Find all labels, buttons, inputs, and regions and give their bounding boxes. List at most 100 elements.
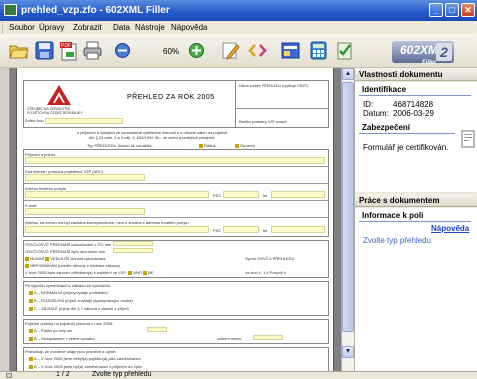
org-name: VŠEOBECNÁ ZDRAVOTNÍ POJIŠŤOVNA ČESKÉ REP… [27, 107, 83, 115]
psc-field[interactable] [223, 191, 259, 198]
code-icon[interactable] [247, 40, 268, 61]
form-icon[interactable] [280, 40, 301, 61]
info-title: Informace k poli [359, 211, 471, 222]
type-opt2-label[interactable]: Opravný [240, 143, 255, 148]
rule-3 [23, 200, 329, 201]
security-title: Zabezpečení [359, 123, 455, 134]
menu-bar: Soubor Úpravy Zobrazit Data Nástroje Náp… [0, 21, 477, 34]
type-opt1-label[interactable]: Řádný [204, 143, 216, 148]
sec2-a-field[interactable] [147, 327, 167, 332]
intro-line2: dle § 24 odst. 2 a 3 zák. č. 592/1992 Sb… [89, 135, 215, 140]
sec1-c-label[interactable]: C – ZÁVISLÉ příjmy dle § 7 zákona o daní… [34, 306, 129, 311]
row5-no[interactable]: NE [148, 270, 154, 275]
sec1-a-label[interactable]: A – NORMÁLNÍ (příjmy/výdaje podnikání) [34, 290, 108, 295]
corr-address-field[interactable] [25, 226, 209, 233]
row3-main[interactable]: HLAVNÍ [30, 256, 44, 261]
menu-napoveda[interactable]: Nápověda [171, 23, 207, 32]
sec1-b-label[interactable]: B – ROZDĚLENÍ příjmů a výdajů (spoluprac… [34, 298, 133, 303]
date-label: Datum podání PŘEHLEDU (vyplňuje OSVČ) [239, 84, 309, 88]
tel-field[interactable] [271, 191, 325, 198]
document-viewport[interactable]: VŠEOBECNÁ ZDRAVOTNÍ POJIŠŤOVNA ČESKÉ REP… [10, 68, 341, 371]
app-icon [4, 4, 17, 16]
props-header[interactable]: Vlastnosti dokumentu [355, 68, 477, 81]
sec1-a: A – NORMÁLNÍ (příjmy/výdaje podnikání) [29, 290, 108, 295]
menu-upravy[interactable]: Úpravy [39, 23, 64, 32]
work-body: Informace k poli Nápověda Zvolte typ pře… [355, 208, 477, 371]
security-text: Formulář je certifikován. [363, 143, 449, 152]
menu-grip[interactable] [2, 22, 5, 33]
sec2-a: A – Platilo po celý rok [29, 328, 72, 333]
sec3-a-label[interactable]: A – V roce 2005 jsem nebyl(a) pojištěn(a… [34, 356, 141, 361]
zoom-in-icon[interactable] [186, 40, 207, 61]
maximize-button[interactable]: □ [445, 3, 459, 17]
row4: NEPODNIKÁM (uveďte důvody z hlediska zák… [25, 263, 120, 268]
date-value: 2006-03-29 [393, 109, 434, 118]
sec2-a-label[interactable]: A – Platilo po celý rok [34, 328, 72, 333]
calculator-icon[interactable] [308, 40, 329, 61]
row2-date-field[interactable] [113, 248, 153, 253]
row4-none[interactable]: NEPODNIKÁM [30, 263, 57, 268]
props-body: Identifikace ID: 468714828 Datum: 2006-0… [355, 82, 477, 192]
sec3-a: A – V roce 2005 jsem nebyl(a) pojištěn(a… [29, 356, 141, 361]
checklist-icon[interactable] [334, 40, 355, 61]
scroll-thumb[interactable] [342, 82, 354, 332]
row3: HLAVNÍ VEDLEJŠÍ činnost vykonávaná [25, 256, 105, 261]
date-label: Datum: [363, 109, 389, 118]
row1-date-field[interactable] [113, 241, 153, 246]
zoom-out-icon[interactable] [112, 40, 133, 61]
sec2-b-field[interactable] [253, 335, 283, 340]
edit-icon[interactable] [220, 40, 241, 61]
status-bar: 1 / 2 Zvolte typ přehledu [0, 371, 477, 379]
minimize-button[interactable]: _ [429, 3, 443, 17]
row3-text: činnost vykonávaná [70, 256, 106, 261]
corr-tel-label: tel. [263, 228, 269, 233]
sec2-b-label[interactable]: B – Nezaplaceno v celém rozsahu [34, 336, 95, 341]
sec1-c: C – ZÁVISLÉ příjmy dle § 7 zákona o daní… [29, 306, 129, 311]
scroll-up-icon[interactable]: ▲ [342, 68, 354, 80]
corr-tel-field[interactable] [271, 226, 325, 233]
type-opt1: Řádný [199, 143, 216, 148]
open-folder-icon[interactable] [8, 40, 29, 61]
certificate-icon[interactable] [461, 130, 475, 148]
row5-yes[interactable]: ANO [133, 270, 142, 275]
corr-psc-field[interactable] [223, 226, 259, 233]
menu-soubor[interactable]: Soubor [9, 23, 35, 32]
sec1-b: B – ROZDĚLENÍ příjmů a výdajů (spoluprac… [29, 298, 133, 303]
print-icon[interactable] [82, 40, 103, 61]
title-bar[interactable]: prehled_vzp.zfo - 602XML Filler _ □ ✕ [0, 0, 477, 21]
left-edge [0, 68, 10, 371]
sec1-title: Při výpočtu vyměřovacího základu se vych… [25, 283, 112, 288]
export-pdf-icon[interactable]: PDF [58, 40, 79, 61]
save-icon[interactable] [34, 40, 55, 61]
sec2-b: B – Nezaplaceno v celém rozsahu [29, 336, 95, 341]
menu-data[interactable]: Data [113, 23, 130, 32]
close-button[interactable]: ✕ [461, 3, 475, 17]
row4-text: (uveďte důvody z hlediska zákona) [58, 263, 120, 268]
header-divider [235, 80, 236, 128]
clientcode-field[interactable] [25, 174, 145, 181]
zoom-level[interactable]: 60% [163, 47, 179, 56]
rodne-cislo-field[interactable] [45, 118, 123, 124]
email-field[interactable] [25, 208, 145, 215]
id-label: ID: [363, 100, 374, 109]
menu-zobrazit[interactable]: Zobrazit [73, 23, 102, 32]
work-header[interactable]: Práce s dokumentem [355, 194, 477, 207]
scroll-down-icon[interactable]: ▼ [342, 346, 354, 358]
sec2-title: Pojistné (zálohy na pojistné) placeno v … [25, 321, 114, 326]
name-field[interactable] [25, 157, 325, 164]
help-link[interactable]: Nápověda [431, 224, 469, 233]
row3-side[interactable]: VEDLEJŠÍ [50, 256, 69, 261]
window-title: prehled_vzp.zfo - 602XML Filler [21, 5, 170, 16]
sec3-b-label[interactable]: B – V roce 2005 jsem byl(a) zaměstnanec … [34, 364, 142, 369]
status-doc-icon [6, 373, 12, 378]
corr-label: Adresa, na kterou má být zasílána koresp… [25, 220, 189, 225]
svg-text:PDF: PDF [61, 43, 71, 49]
field-hint: Zvolte typ přehledu [363, 236, 432, 245]
corr-psc-label: PSČ [213, 228, 222, 233]
logo-num: 2 [436, 43, 452, 61]
menu-nastroje[interactable]: Nástroje [135, 23, 165, 32]
document-scrollbar[interactable]: ▲ ▼ [341, 68, 354, 371]
address-field[interactable] [25, 191, 209, 198]
side-note1: Vyplní OSVČ k PŘEHLEDU [245, 256, 295, 261]
rule-4 [23, 217, 329, 218]
